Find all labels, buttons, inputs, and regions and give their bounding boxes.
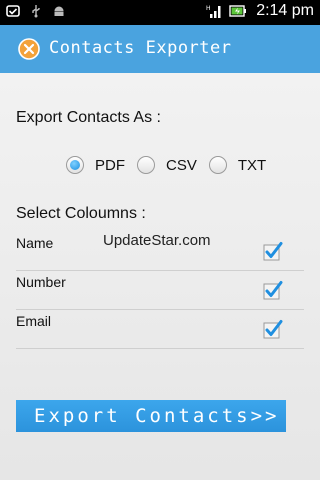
export-contacts-button[interactable]: Export Contacts>> — [16, 400, 286, 432]
battery-charging-icon — [229, 5, 247, 17]
checkbox-number[interactable] — [262, 280, 284, 302]
mail-notification-icon — [6, 5, 20, 17]
radio-label-pdf: PDF — [95, 156, 125, 174]
export-format-radio-group: PDF CSV TXT — [66, 156, 278, 174]
radio-option-txt[interactable]: TXT — [208, 156, 267, 174]
column-row-number: Number — [16, 271, 304, 310]
app-logo-icon — [18, 38, 40, 60]
select-columns-heading: Select Coloumns : — [16, 205, 146, 222]
radio-button-txt[interactable] — [208, 156, 227, 174]
status-bar: H 2:14 pm — [0, 0, 320, 25]
radio-button-csv[interactable] — [137, 156, 155, 174]
checkbox-email[interactable] — [262, 319, 284, 341]
checkbox-name[interactable] — [262, 241, 284, 263]
export-format-heading: Export Contacts As : — [16, 109, 161, 126]
action-bar: Contacts Exporter — [0, 25, 320, 73]
svg-text:H: H — [206, 5, 211, 12]
radio-button-pdf[interactable] — [66, 156, 84, 174]
radio-option-pdf[interactable]: PDF — [66, 156, 125, 174]
status-time: 2:14 pm — [256, 2, 314, 19]
watermark-text: UpdateStar.com — [103, 232, 211, 249]
radio-label-txt: TXT — [237, 156, 267, 174]
radio-label-csv: CSV — [166, 156, 197, 174]
notification-icons — [6, 4, 66, 18]
signal-icon: H — [206, 5, 221, 18]
column-label-number: Number — [16, 274, 66, 290]
column-label-name: Name — [16, 235, 54, 251]
radio-option-csv[interactable]: CSV — [137, 156, 197, 174]
usb-icon — [32, 5, 40, 18]
column-row-email: Email — [16, 310, 304, 349]
system-icons: H 2:14 pm — [206, 2, 314, 20]
app-title: Contacts Exporter — [49, 38, 232, 58]
column-label-email: Email — [16, 313, 52, 329]
android-debug-icon — [54, 6, 64, 16]
